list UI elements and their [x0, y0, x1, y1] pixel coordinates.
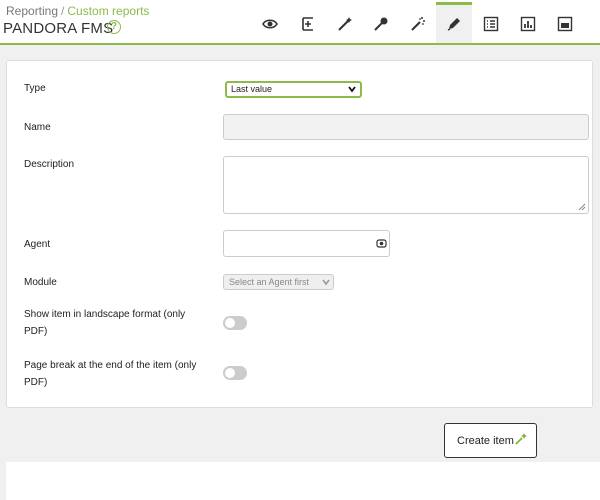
- name-label: Name: [24, 122, 51, 133]
- create-item-button[interactable]: Create item: [444, 423, 537, 458]
- page-header: Reporting / Custom reports PANDORA FMS ?: [0, 0, 600, 45]
- tab-item-list[interactable]: [473, 5, 509, 43]
- eye-icon: [262, 19, 278, 29]
- tab-sla[interactable]: [363, 5, 399, 43]
- landscape-label-line1: Show item in landscape format (only: [24, 309, 186, 320]
- landscape-label-line2: PDF): [24, 326, 48, 337]
- add-item-icon: [302, 17, 313, 31]
- resize-grip-icon[interactable]: [578, 203, 586, 211]
- page-title: PANDORA FMS: [3, 20, 114, 37]
- description-label: Description: [24, 159, 75, 170]
- toggle-knob: [225, 318, 235, 328]
- agent-label: Agent: [24, 239, 51, 250]
- pin-icon: [374, 17, 388, 31]
- create-item-label: Create item: [457, 434, 514, 447]
- type-select-value: Last value: [231, 84, 273, 94]
- pagebreak-label: Page break at the end of the item (only …: [24, 357, 196, 391]
- pagebreak-label-line2: PDF): [24, 377, 48, 388]
- module-select[interactable]: Select an Agent first: [223, 274, 334, 290]
- chevron-down-icon: [322, 279, 330, 286]
- help-icon[interactable]: ?: [107, 20, 121, 34]
- magic-wand-icon: [411, 17, 425, 31]
- breadcrumb-separator: /: [61, 4, 65, 18]
- chevron-down-icon: [348, 86, 356, 93]
- wand-icon: [338, 17, 352, 31]
- type-label: Type: [24, 83, 46, 94]
- report-item-form: Type Last value Name Description Agent M…: [6, 60, 593, 408]
- tab-edit[interactable]: [436, 2, 472, 43]
- pencil-icon: [447, 18, 460, 31]
- breadcrumb-root[interactable]: Reporting: [6, 4, 58, 18]
- landscape-label: Show item in landscape format (only PDF): [24, 306, 185, 340]
- landscape-toggle[interactable]: [223, 316, 247, 330]
- tab-wizard[interactable]: [327, 5, 363, 43]
- breadcrumb: Reporting / Custom reports: [6, 4, 149, 18]
- agent-field[interactable]: [223, 230, 390, 257]
- footer-area: [6, 462, 600, 500]
- list-icon: [483, 16, 499, 32]
- bar-chart-icon: [520, 16, 536, 32]
- toggle-knob: [225, 368, 235, 378]
- tab-view[interactable]: [252, 5, 288, 43]
- tab-add-item[interactable]: [290, 5, 326, 43]
- description-field[interactable]: [223, 156, 589, 214]
- agent-search-icon[interactable]: [376, 238, 387, 249]
- wand-icon: [515, 433, 527, 445]
- type-select[interactable]: Last value: [225, 81, 362, 98]
- tab-chart[interactable]: [510, 5, 546, 43]
- module-label: Module: [24, 277, 57, 288]
- tab-graph[interactable]: [547, 5, 583, 43]
- module-select-placeholder: Select an Agent first: [229, 277, 310, 287]
- pagebreak-toggle[interactable]: [223, 366, 247, 380]
- name-field[interactable]: [223, 114, 589, 140]
- graph-icon: [557, 16, 573, 32]
- pagebreak-label-line1: Page break at the end of the item (only: [24, 360, 197, 371]
- tab-advanced-wizard[interactable]: [400, 5, 436, 43]
- breadcrumb-custom-reports[interactable]: Custom reports: [67, 4, 149, 18]
